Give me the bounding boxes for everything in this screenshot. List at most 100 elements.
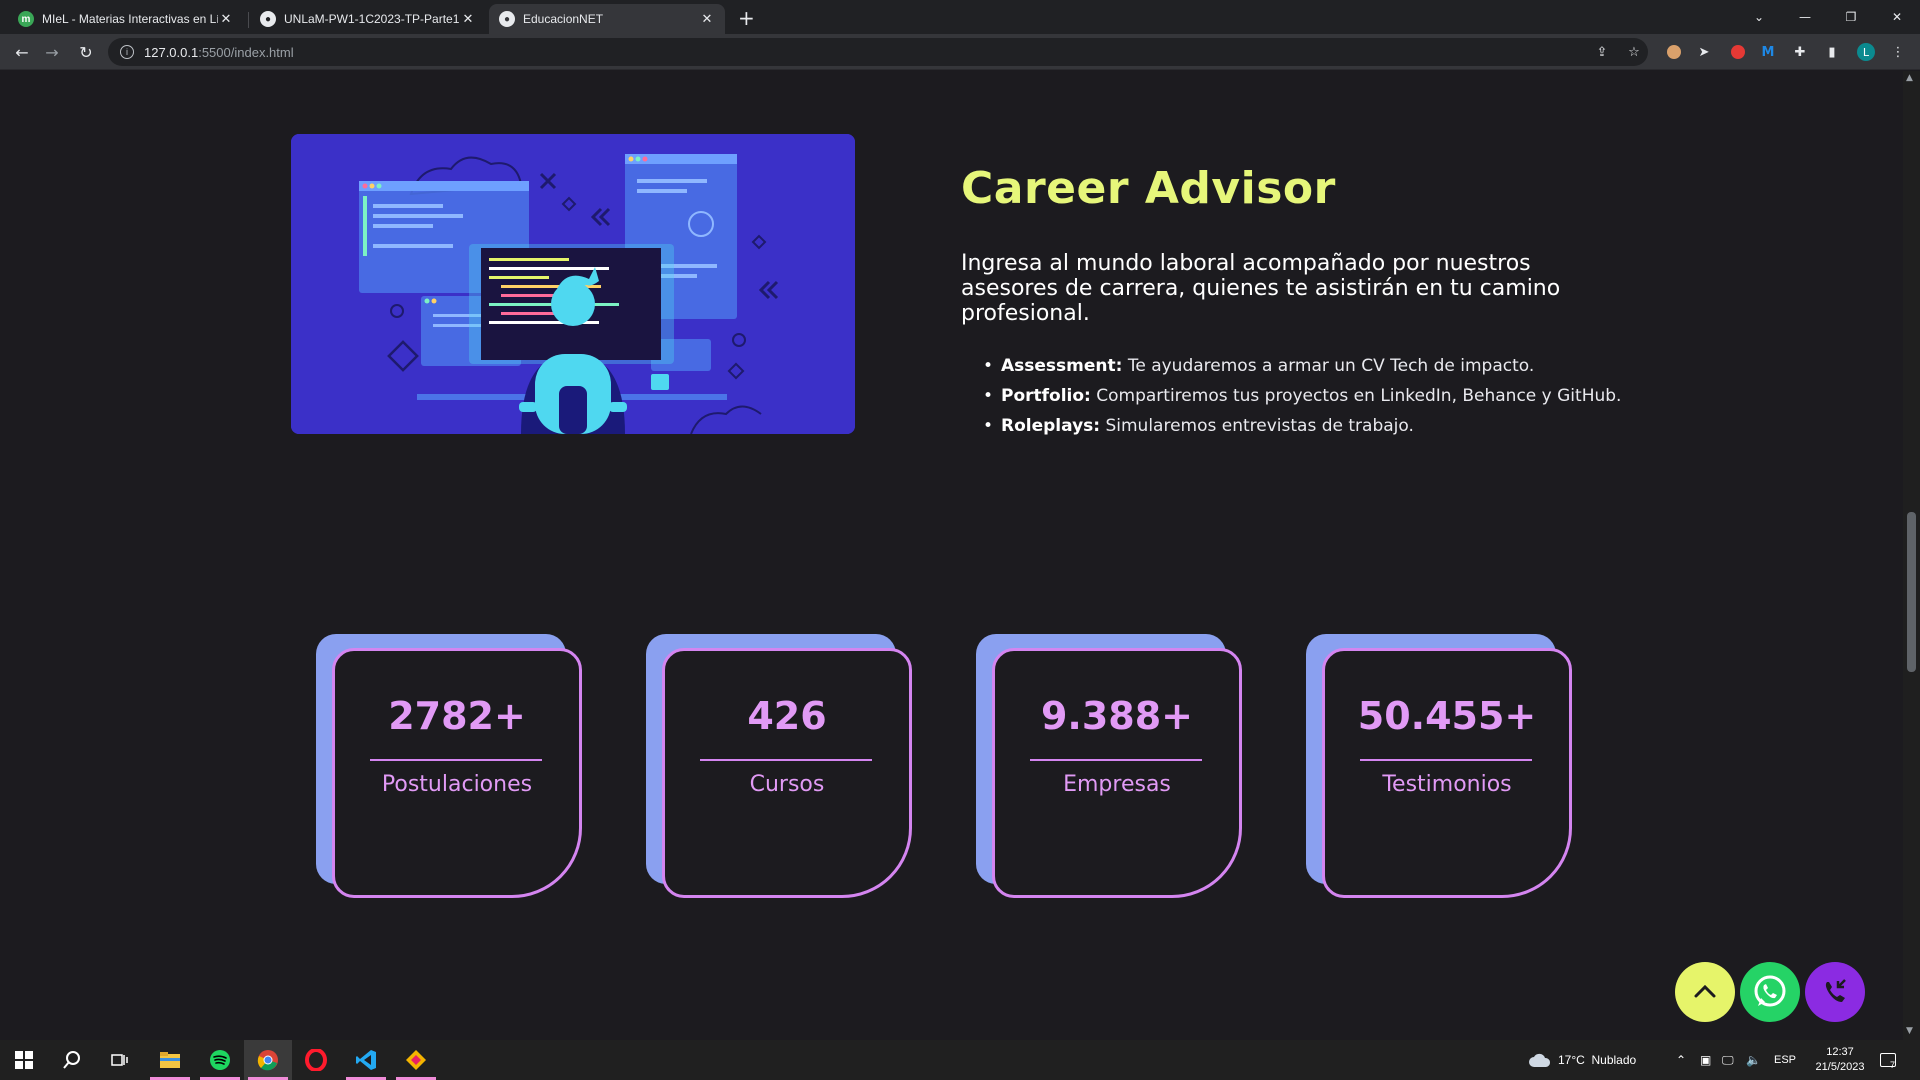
feature-term: Portfolio:: [1001, 386, 1091, 406]
profile-avatar[interactable]: L: [1856, 42, 1876, 62]
close-tab-icon[interactable]: ✕: [460, 11, 476, 27]
extensions-puzzle-icon[interactable]: ✚: [1790, 42, 1810, 62]
vscode-icon[interactable]: [342, 1040, 390, 1080]
stat-value: 9.388+: [1040, 694, 1194, 738]
windows-taskbar: 17°C Nublado ⌃ ▣ 🖵 🔈 ESP 12:37 21/5/2023…: [0, 1040, 1920, 1080]
tab-search-icon[interactable]: ⌄: [1736, 0, 1782, 34]
new-tab-button[interactable]: +: [738, 6, 755, 30]
share-icon[interactable]: ⇪: [1592, 42, 1612, 62]
stat-value: 426: [747, 694, 827, 738]
page-viewport: Career Advisor Ingresa al mundo laboral …: [0, 71, 1903, 1040]
address-path: :5500/index.html: [198, 44, 294, 60]
tab-title: MIeL - Materias Interactivas en Lí: [42, 12, 218, 26]
feature-desc: Compartiremos tus proyectos en LinkedIn,…: [1096, 386, 1622, 406]
miel-icon: m: [18, 11, 34, 27]
opera-icon[interactable]: [292, 1040, 340, 1080]
chevron-up-icon: [1694, 984, 1716, 998]
file-explorer-icon[interactable]: [146, 1040, 194, 1080]
whatsapp-button[interactable]: [1740, 962, 1800, 1022]
weather-condition: Nublado: [1591, 1053, 1637, 1067]
search-icon[interactable]: [48, 1040, 96, 1080]
weather-temp: 17°C: [1558, 1053, 1585, 1067]
forward-arrow-icon[interactable]: →: [38, 34, 66, 70]
address-bar[interactable]: i 127.0.0.1:5500/index.html: [108, 38, 1648, 66]
tab-title: EducacionNET: [523, 12, 604, 26]
whatsapp-icon: [1754, 975, 1786, 1007]
stat-card-cursos: 426 Cursos: [646, 634, 912, 898]
developer-illustration: [291, 134, 855, 434]
stat-card-postulaciones: 2782+ Postulaciones: [316, 634, 582, 898]
chrome-icon[interactable]: [244, 1040, 292, 1080]
stat-divider: [1030, 759, 1202, 761]
weather-widget[interactable]: 17°C Nublado: [1528, 1040, 1636, 1080]
feature-term: Assessment:: [1001, 356, 1123, 376]
address-host: 127.0.0.1: [144, 44, 199, 60]
stat-value: 2782+: [388, 694, 526, 738]
feature-desc: Simularemos entrevistas de trabajo.: [1105, 416, 1414, 436]
scroll-top-button[interactable]: [1675, 962, 1735, 1022]
spotify-icon[interactable]: [196, 1040, 244, 1080]
browser-toolbar: ← → ↻ i 127.0.0.1:5500/index.html ⇪ ☆ ➤ …: [0, 34, 1920, 70]
minimize-button[interactable]: —: [1782, 0, 1828, 34]
volume-icon[interactable]: 🔈: [1746, 1040, 1761, 1080]
career-illustration: [291, 134, 855, 434]
stat-divider: [1360, 759, 1532, 761]
list-item: Roleplays: Simularemos entrevistas de tr…: [983, 411, 1621, 441]
site-info-icon[interactable]: i: [120, 45, 134, 59]
task-view-icon[interactable]: [96, 1040, 144, 1080]
close-tab-icon[interactable]: ✕: [699, 11, 715, 27]
globe-icon: ●: [499, 11, 515, 27]
phone-icon: [1825, 979, 1846, 1002]
career-title: Career Advisor: [961, 163, 1336, 214]
stat-divider: [700, 759, 872, 761]
clock-time: 12:37: [1826, 1046, 1854, 1058]
tab-educacionnet[interactable]: ● EducacionNET ✕: [489, 4, 725, 34]
extension-red-icon[interactable]: [1728, 42, 1748, 62]
tab-unlam[interactable]: ● UNLaM-PW1-1C2023-TP-Parte1.j ✕: [250, 4, 486, 34]
notifications-icon[interactable]: 7: [1880, 1040, 1896, 1080]
clock-date: 21/5/2023: [1815, 1061, 1865, 1073]
page-scrollbar[interactable]: ▲ ▼: [1903, 71, 1920, 1040]
stat-label: Postulaciones: [381, 772, 533, 797]
tray-chevron-up-icon[interactable]: ⌃: [1676, 1040, 1686, 1080]
extension-m-icon[interactable]: M: [1758, 42, 1778, 62]
feature-term: Roleplays:: [1001, 416, 1101, 436]
stat-label: Testimonios: [1382, 772, 1512, 797]
git-kraken-icon[interactable]: [392, 1040, 440, 1080]
extension-cursor-icon[interactable]: ➤: [1694, 42, 1714, 62]
extension-face-icon[interactable]: [1664, 42, 1684, 62]
career-lead: Ingresa al mundo laboral acompañado por …: [961, 251, 1561, 326]
stat-value: 50.455+: [1357, 694, 1537, 738]
cloud-icon: [1529, 1053, 1551, 1067]
stat-divider: [370, 759, 542, 761]
windows-start-icon[interactable]: [0, 1040, 48, 1080]
call-button[interactable]: [1805, 962, 1865, 1022]
tab-bar: m MIeL - Materias Interactivas en Lí ✕ ●…: [0, 0, 1920, 34]
feature-desc: Te ayudaremos a armar un CV Tech de impa…: [1127, 356, 1535, 376]
clock[interactable]: 12:37 21/5/2023: [1810, 1040, 1870, 1080]
meet-icon[interactable]: ▣: [1700, 1040, 1711, 1080]
tab-miel[interactable]: m MIeL - Materias Interactivas en Lí ✕: [8, 4, 244, 34]
reload-icon[interactable]: ↻: [72, 34, 100, 70]
back-arrow-icon[interactable]: ←: [8, 34, 36, 70]
side-panel-icon[interactable]: ▮: [1822, 42, 1842, 62]
list-item: Portfolio: Compartiremos tus proyectos e…: [983, 381, 1621, 411]
stat-card-testimonios: 50.455+ Testimonios: [1306, 634, 1572, 898]
tab-title: UNLaM-PW1-1C2023-TP-Parte1.j: [284, 12, 460, 26]
globe-icon: ●: [260, 11, 276, 27]
restore-button[interactable]: ❐: [1828, 0, 1874, 34]
career-features-list: Assessment: Te ayudaremos a armar un CV …: [983, 351, 1621, 441]
stat-card-empresas: 9.388+ Empresas: [976, 634, 1242, 898]
scroll-up-arrow-icon[interactable]: ▲: [1906, 73, 1913, 83]
scroll-down-arrow-icon[interactable]: ▼: [1906, 1026, 1913, 1036]
menu-kebab-icon[interactable]: ⋮: [1888, 42, 1908, 62]
network-icon[interactable]: 🖵: [1722, 1040, 1734, 1080]
close-tab-icon[interactable]: ✕: [218, 11, 234, 27]
scrollbar-thumb[interactable]: [1907, 512, 1916, 672]
stat-label: Empresas: [1063, 772, 1171, 797]
bookmark-star-icon[interactable]: ☆: [1624, 42, 1644, 62]
close-window-button[interactable]: ✕: [1874, 0, 1920, 34]
list-item: Assessment: Te ayudaremos a armar un CV …: [983, 351, 1621, 381]
language-indicator[interactable]: ESP: [1774, 1040, 1796, 1080]
stat-label: Cursos: [749, 772, 825, 797]
